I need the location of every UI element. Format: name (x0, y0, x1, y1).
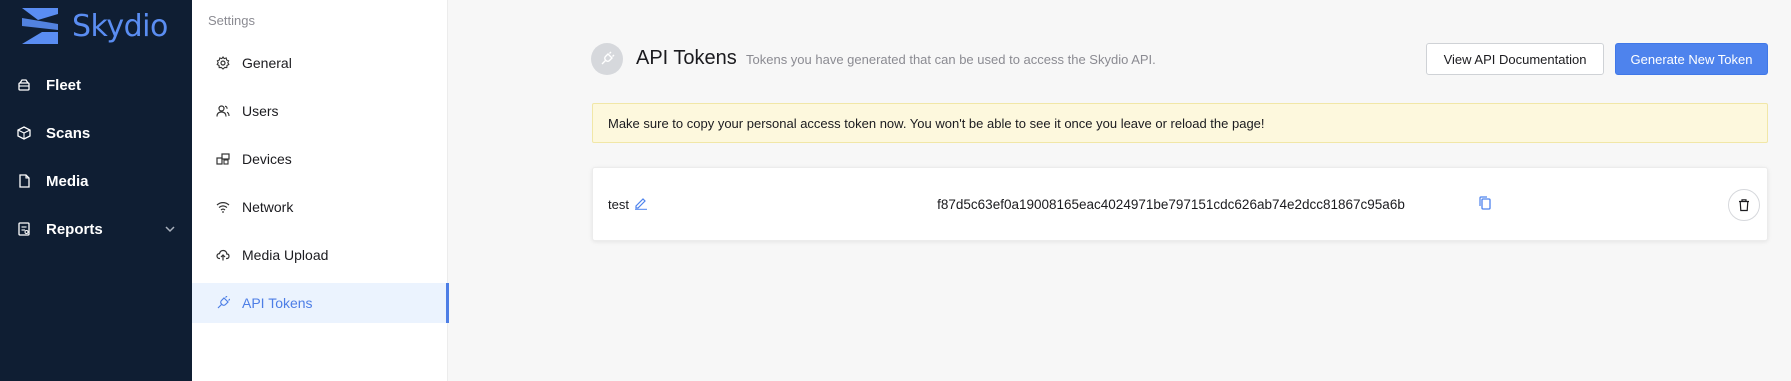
settings-item-general[interactable]: General (192, 43, 448, 83)
page-title: API Tokens (636, 47, 737, 69)
token-row: test f87d5c63ef0a19008165eac4024971be797… (592, 167, 1768, 241)
main-content: API Tokens Tokens you have generated tha… (448, 0, 1791, 381)
scans-icon (16, 125, 32, 141)
nav-item-label: Reports (46, 220, 103, 238)
primary-nav: Skydio Fleet Scans Media Reports (0, 0, 192, 381)
warning-text: Make sure to copy your personal access t… (608, 115, 1265, 131)
media-icon (16, 173, 32, 189)
wifi-icon (216, 200, 230, 214)
devices-icon (216, 152, 230, 166)
nav-item-reports[interactable]: Reports (0, 209, 192, 249)
nav-item-media[interactable]: Media (0, 161, 192, 201)
reports-icon (16, 221, 32, 237)
skydio-logo-icon (22, 8, 58, 44)
brand-name: Skydio (72, 8, 168, 44)
copy-token-warning-banner: Make sure to copy your personal access t… (592, 103, 1768, 143)
nav-item-label: Fleet (46, 76, 82, 94)
api-tokens-header-icon (591, 43, 623, 75)
nav-item-label: Media (46, 172, 89, 190)
copy-icon[interactable] (1478, 196, 1492, 210)
fleet-icon (16, 77, 32, 93)
settings-item-label: Media Upload (242, 247, 329, 263)
settings-title: Settings (208, 13, 255, 28)
plug-icon (216, 296, 230, 310)
plug-icon (601, 51, 615, 65)
token-value: f87d5c63ef0a19008165eac4024971be797151cd… (937, 197, 1405, 212)
gear-icon (216, 56, 230, 70)
settings-sidebar: Settings General Users Devices Network M… (192, 0, 449, 381)
settings-item-label: Users (242, 103, 279, 119)
cloud-upload-icon (216, 248, 230, 262)
skydio-logo[interactable]: Skydio (20, 6, 168, 46)
view-api-documentation-button[interactable]: View API Documentation (1426, 43, 1604, 75)
trash-icon (1739, 199, 1749, 212)
chevron-down-icon[interactable] (164, 223, 176, 235)
settings-item-media-upload[interactable]: Media Upload (192, 235, 448, 275)
settings-item-label: Devices (242, 151, 292, 167)
settings-item-api-tokens[interactable]: API Tokens (192, 283, 449, 323)
page-subtitle: Tokens you have generated that can be us… (746, 52, 1156, 67)
generate-new-token-button[interactable]: Generate New Token (1615, 43, 1768, 75)
settings-item-label: Network (242, 199, 294, 215)
settings-item-label: General (242, 55, 292, 71)
nav-item-label: Scans (46, 124, 91, 142)
nav-item-fleet[interactable]: Fleet (0, 65, 192, 105)
settings-item-users[interactable]: Users (192, 91, 448, 131)
settings-item-label: API Tokens (242, 295, 313, 311)
nav-item-scans[interactable]: Scans (0, 113, 192, 153)
settings-item-devices[interactable]: Devices (192, 139, 448, 179)
delete-token-button[interactable] (1728, 189, 1760, 221)
settings-item-network[interactable]: Network (192, 187, 448, 227)
users-icon (216, 104, 230, 118)
